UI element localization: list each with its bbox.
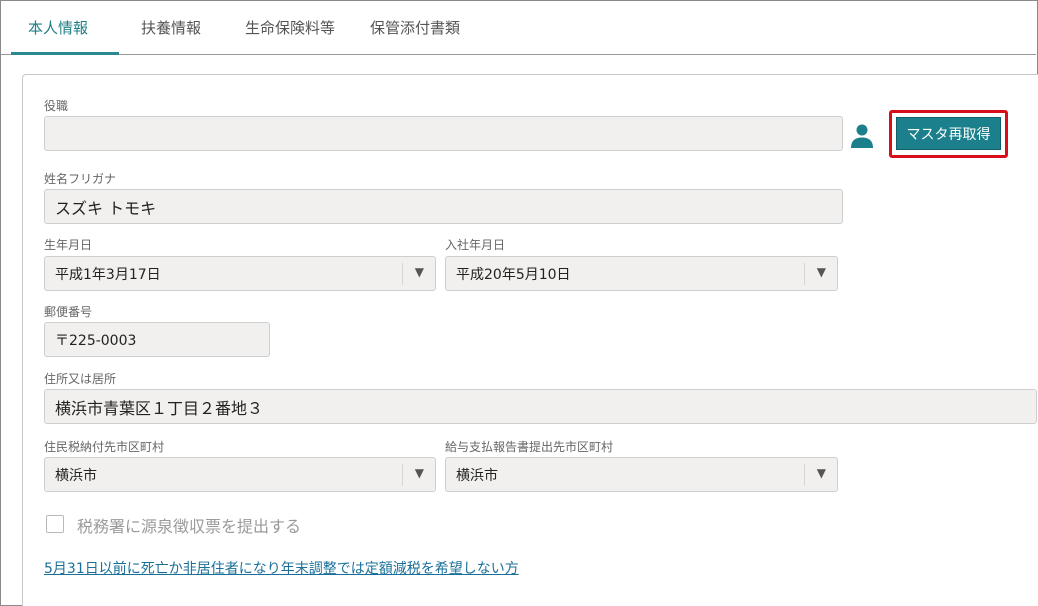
dropdown-arrow-icon[interactable]: ▼: [817, 466, 826, 480]
salary-report-city-select[interactable]: 横浜市 ▼: [445, 457, 838, 492]
position-label: 役職: [44, 99, 69, 113]
select-divider: [804, 464, 805, 486]
person-icon[interactable]: [850, 123, 874, 149]
tab-dependents[interactable]: 扶養情報: [141, 17, 201, 38]
address-label: 住所又は居所: [44, 372, 117, 386]
select-divider: [804, 263, 805, 285]
postal-code-input[interactable]: 〒225-0003: [44, 322, 270, 357]
resident-tax-city-label: 住民税納付先市区町村: [44, 440, 165, 454]
birth-date-select[interactable]: 平成1年3月17日 ▼: [44, 256, 436, 291]
death-nonresident-link[interactable]: 5月31日以前に死亡か非居住者になり年末調整では定額減税を希望しない方: [44, 558, 519, 578]
furigana-input[interactable]: スズキ トモキ: [44, 189, 843, 224]
tax-office-checkbox-label[interactable]: 税務署に源泉徴収票を提出する: [77, 513, 301, 537]
tab-attachments[interactable]: 保管添付書類: [370, 17, 460, 38]
birth-date-value: 平成1年3月17日: [55, 266, 161, 283]
tab-personal-info[interactable]: 本人情報: [28, 17, 88, 38]
salary-report-city-value: 横浜市: [456, 467, 498, 484]
tax-office-checkbox[interactable]: [46, 515, 64, 533]
hire-date-select[interactable]: 平成20年5月10日 ▼: [445, 256, 838, 291]
position-input[interactable]: [44, 116, 843, 151]
address-input[interactable]: 横浜市青葉区１丁目２番地３: [44, 389, 1037, 424]
select-divider: [402, 464, 403, 486]
tab-bar: 本人情報 扶養情報 生命保険料等 保管添付書類: [1, 1, 1036, 55]
dropdown-arrow-icon[interactable]: ▼: [415, 265, 424, 279]
salary-report-city-label: 給与支払報告書提出先市区町村: [445, 440, 614, 454]
birth-date-label: 生年月日: [44, 238, 93, 252]
furigana-label: 姓名フリガナ: [44, 172, 117, 186]
tab-life-insurance[interactable]: 生命保険料等: [245, 17, 335, 38]
select-divider: [402, 263, 403, 285]
resident-tax-city-value: 横浜市: [55, 467, 97, 484]
dropdown-arrow-icon[interactable]: ▼: [415, 466, 424, 480]
dropdown-arrow-icon[interactable]: ▼: [817, 265, 826, 279]
hire-date-label: 入社年月日: [445, 238, 506, 252]
active-tab-indicator: [11, 52, 119, 55]
resident-tax-city-select[interactable]: 横浜市 ▼: [44, 457, 436, 492]
postal-code-label: 郵便番号: [44, 305, 93, 319]
refetch-master-button[interactable]: マスタ再取得: [896, 117, 1001, 150]
hire-date-value: 平成20年5月10日: [456, 266, 571, 283]
